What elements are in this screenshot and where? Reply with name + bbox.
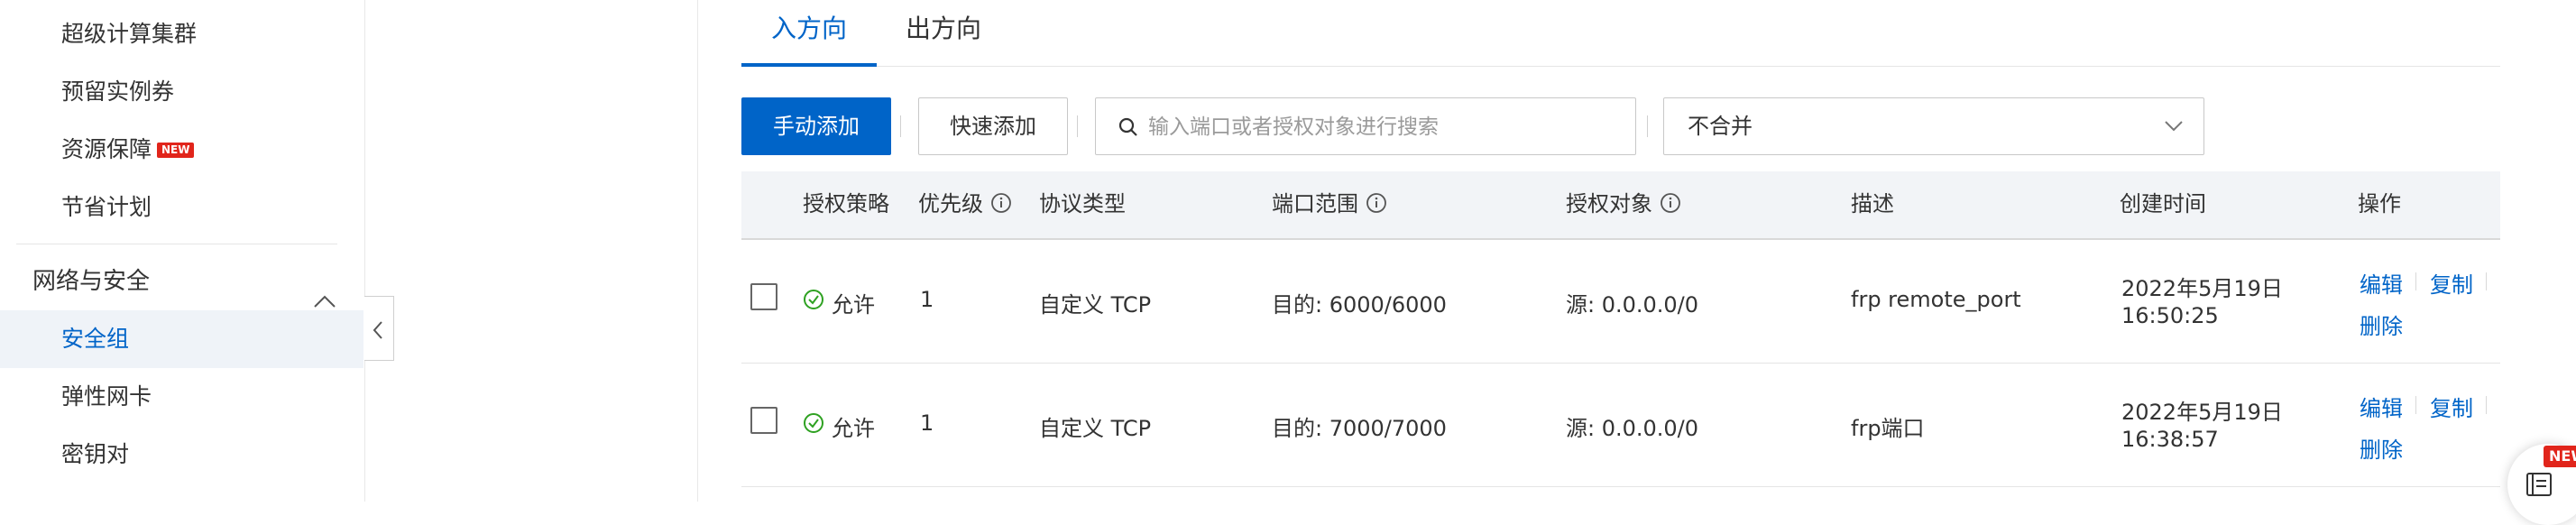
sidebar-item-elastic-nic[interactable]: 弹性网卡 xyxy=(0,368,363,426)
description-value: frp端口 xyxy=(1851,416,1925,441)
auth-object-value: 源: 0.0.0.0/0 xyxy=(1566,292,1699,318)
created-date: 2022年5月19日 xyxy=(2121,400,2283,425)
check-circle-icon xyxy=(804,290,823,309)
sidebar-item-reserved-instances[interactable]: 预留实例券 xyxy=(0,63,363,121)
column-header-protocol: 协议类型 xyxy=(1039,191,1126,216)
toolbar-separator xyxy=(1077,115,1078,137)
notebook-icon xyxy=(2526,473,2552,496)
column-header-port-range: 端口范围 xyxy=(1272,171,1387,236)
action-separator xyxy=(2415,272,2416,290)
sidebar-item-label: 节省计划 xyxy=(61,194,152,220)
manual-add-button[interactable]: 手动添加 xyxy=(741,97,891,155)
sidebar-item-label: 超级计算集群 xyxy=(61,21,198,47)
merge-select[interactable]: 不合并 xyxy=(1663,97,2204,155)
created-time: 16:38:57 xyxy=(2121,427,2219,452)
quick-add-button[interactable]: 快速添加 xyxy=(918,97,1068,155)
sidebar-item-label: 安全组 xyxy=(61,326,130,352)
tab-label: 入方向 xyxy=(770,14,847,43)
info-icon[interactable] xyxy=(1366,192,1387,214)
column-header-label: 优先级 xyxy=(918,191,983,216)
tabs-divider xyxy=(741,66,2500,67)
policy-value: 允许 xyxy=(832,416,875,441)
table-row: 允许 1 自定义 TCP 目的: 6000/6000 源: 0.0.0.0/0 … xyxy=(741,240,2500,364)
column-header-actions: 操作 xyxy=(2358,191,2401,216)
check-circle-icon xyxy=(804,413,823,433)
edit-link[interactable]: 编辑 xyxy=(2360,267,2403,299)
copy-link[interactable]: 复制 xyxy=(2430,391,2473,422)
new-badge: NEW xyxy=(2544,446,2576,467)
protocol-value: 自定义 TCP xyxy=(1039,292,1152,318)
table-row: 允许 1 自定义 TCP 目的: 7000/7000 源: 0.0.0.0/0 … xyxy=(741,364,2500,487)
sidebar: 超级计算集群 预留实例券 资源保障 NEW 节省计划 网络与安全 安全组 弹性网… xyxy=(0,0,365,502)
active-tab-indicator xyxy=(741,63,877,67)
sidebar-item-label: 密钥对 xyxy=(61,441,130,467)
action-separator xyxy=(2486,396,2487,414)
chevron-down-icon xyxy=(2165,121,2183,132)
edit-link[interactable]: 编辑 xyxy=(2360,391,2403,422)
policy-value: 允许 xyxy=(832,292,875,318)
search-icon xyxy=(1118,117,1137,136)
action-separator xyxy=(2486,272,2487,290)
new-badge: NEW xyxy=(157,143,195,158)
search-input[interactable] xyxy=(1146,107,1619,147)
info-icon[interactable] xyxy=(1660,192,1681,214)
info-icon[interactable] xyxy=(990,192,1012,214)
sidebar-collapse-button[interactable] xyxy=(364,296,394,361)
column-header-label: 授权对象 xyxy=(1566,191,1652,216)
row-checkbox[interactable] xyxy=(750,407,777,434)
priority-value: 1 xyxy=(920,410,934,436)
sidebar-item-key-pairs[interactable]: 密钥对 xyxy=(0,426,363,484)
column-header-created: 创建时间 xyxy=(2120,191,2206,216)
sidebar-group-label: 网络与安全 xyxy=(32,268,151,295)
column-header-description: 描述 xyxy=(1851,191,1894,216)
priority-value: 1 xyxy=(920,287,934,312)
sidebar-item-resource-guarantee[interactable]: 资源保障 NEW xyxy=(0,121,363,179)
copy-link[interactable]: 复制 xyxy=(2430,267,2473,299)
delete-link[interactable]: 删除 xyxy=(2360,432,2403,464)
sidebar-item-super-computing-cluster[interactable]: 超级计算集群 xyxy=(0,5,363,63)
port-range-value: 目的: 6000/6000 xyxy=(1272,292,1447,318)
sidebar-group-network-security[interactable]: 网络与安全 xyxy=(0,253,363,310)
column-header-label: 端口范围 xyxy=(1272,191,1358,216)
delete-link[interactable]: 删除 xyxy=(2360,309,2403,340)
port-range-value: 目的: 7000/7000 xyxy=(1272,416,1447,441)
protocol-value: 自定义 TCP xyxy=(1039,416,1152,441)
sidebar-item-savings-plan[interactable]: 节省计划 xyxy=(0,179,363,236)
chevron-left-icon xyxy=(373,321,382,339)
table-header: 授权策略 优先级 协议类型 端口范围 授权对象 描述 创建时间 操作 xyxy=(741,171,2500,240)
sidebar-item-label: 资源保障 xyxy=(61,136,152,162)
tab-outbound[interactable]: 出方向 xyxy=(889,0,998,67)
created-date: 2022年5月19日 xyxy=(2121,276,2283,301)
sidebar-item-label: 弹性网卡 xyxy=(61,383,152,410)
toolbar-separator xyxy=(1647,115,1648,137)
sidebar-item-label: 预留实例券 xyxy=(61,78,175,105)
auth-object-value: 源: 0.0.0.0/0 xyxy=(1566,416,1699,441)
search-box[interactable] xyxy=(1095,97,1636,155)
merge-select-value: 不合并 xyxy=(1688,114,1753,139)
column-header-auth-object: 授权对象 xyxy=(1566,171,1681,236)
description-value: frp remote_port xyxy=(1851,287,2021,312)
row-checkbox[interactable] xyxy=(750,283,777,310)
action-separator xyxy=(2415,396,2416,414)
column-header-priority: 优先级 xyxy=(918,171,1012,236)
created-time: 16:50:25 xyxy=(2121,303,2219,328)
toolbar-separator xyxy=(900,115,901,137)
sidebar-item-security-group[interactable]: 安全组 xyxy=(0,310,363,368)
tab-inbound[interactable]: 入方向 xyxy=(741,0,877,67)
tab-label: 出方向 xyxy=(905,14,981,43)
column-header-policy: 授权策略 xyxy=(803,191,889,216)
